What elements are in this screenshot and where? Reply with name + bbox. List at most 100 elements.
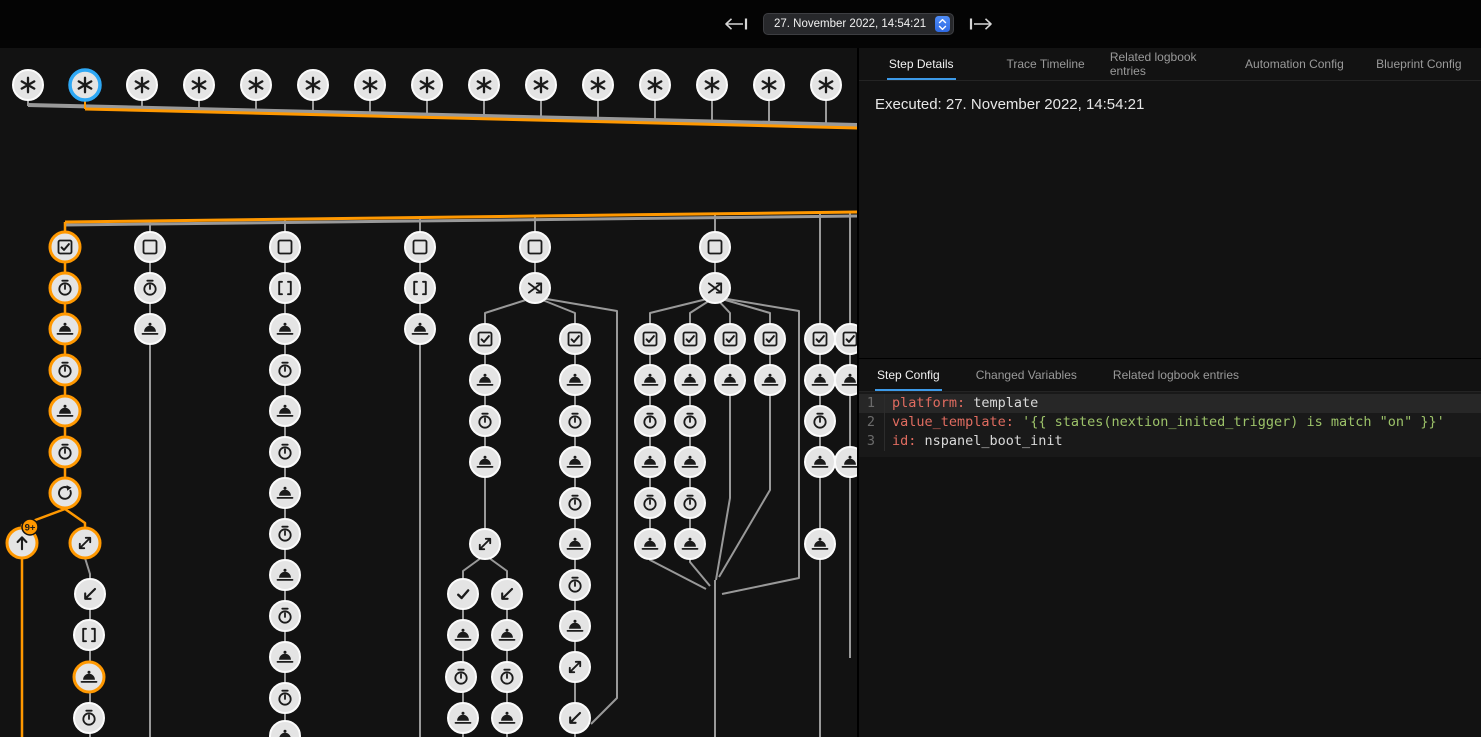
graph-node-bell[interactable]: [270, 478, 300, 508]
graph-node-bell[interactable]: [715, 365, 745, 395]
graph-node-bell[interactable]: [470, 365, 500, 395]
graph-node-arrow-down-left[interactable]: [560, 703, 590, 733]
graph-node-bell[interactable]: [805, 365, 835, 395]
graph-node-repeat[interactable]: [50, 478, 80, 508]
previous-run-button[interactable]: [724, 17, 748, 31]
graph-node-bell[interactable]: [635, 447, 665, 477]
graph-node-arrow-down-left[interactable]: [492, 579, 522, 609]
graph-node-timer[interactable]: [470, 406, 500, 436]
tab-changed-variables[interactable]: Changed Variables: [958, 359, 1095, 391]
graph-node-timer[interactable]: [50, 273, 80, 303]
tab-related-logbook-entries[interactable]: Related logbook entries: [1095, 359, 1257, 391]
graph-node-asterisk[interactable]: [412, 70, 442, 100]
graph-node-timer[interactable]: [560, 570, 590, 600]
graph-node-bell[interactable]: [805, 447, 835, 477]
graph-node-bell[interactable]: [560, 529, 590, 559]
graph-node-checkbox-blank[interactable]: [270, 232, 300, 262]
tab-trace-timeline[interactable]: Trace Timeline: [983, 48, 1107, 80]
graph-node-bell[interactable]: [492, 703, 522, 733]
graph-node-check[interactable]: [448, 579, 478, 609]
graph-node-bell[interactable]: [448, 620, 478, 650]
graph-node-bell[interactable]: [635, 529, 665, 559]
graph-node-bell[interactable]: [270, 560, 300, 590]
graph-node-bell[interactable]: [74, 662, 104, 692]
graph-node-checkbox-marked[interactable]: [835, 324, 857, 354]
graph-node-timer[interactable]: [675, 488, 705, 518]
graph-node-bell[interactable]: [270, 396, 300, 426]
graph-node-timer[interactable]: [446, 662, 476, 692]
graph-node-shuffle-diag[interactable]: [70, 528, 100, 558]
graph-node-timer[interactable]: [805, 406, 835, 436]
graph-node-timer[interactable]: [50, 437, 80, 467]
graph-node-arrow-down-left[interactable]: [75, 579, 105, 609]
graph-node-bell[interactable]: [635, 365, 665, 395]
graph-node-timer[interactable]: [270, 519, 300, 549]
graph-node-timer[interactable]: [50, 355, 80, 385]
graph-node-timer[interactable]: [635, 406, 665, 436]
graph-node-bell[interactable]: [560, 611, 590, 641]
tab-step-config[interactable]: Step Config: [859, 359, 958, 391]
graph-node-timer[interactable]: [270, 437, 300, 467]
graph-node-checkbox-marked[interactable]: [560, 324, 590, 354]
graph-node-bell[interactable]: [675, 447, 705, 477]
graph-node-bell[interactable]: [405, 314, 435, 344]
graph-node-checkbox-marked[interactable]: [635, 324, 665, 354]
graph-node-asterisk[interactable]: [697, 70, 727, 100]
graph-node-checkbox-marked[interactable]: [805, 324, 835, 354]
graph-node-bell[interactable]: [50, 396, 80, 426]
graph-node-asterisk[interactable]: [640, 70, 670, 100]
graph-node-checkbox-blank[interactable]: [520, 232, 550, 262]
graph-node-bell[interactable]: [270, 642, 300, 672]
graph-node-asterisk[interactable]: [526, 70, 556, 100]
graph-node-asterisk[interactable]: [241, 70, 271, 100]
graph-node-asterisk[interactable]: [127, 70, 157, 100]
graph-node-asterisk[interactable]: [355, 70, 385, 100]
graph-node-shuffle[interactable]: [520, 273, 550, 303]
graph-node-timer[interactable]: [74, 703, 104, 733]
graph-node-brackets[interactable]: [405, 273, 435, 303]
graph-node-bell[interactable]: [470, 447, 500, 477]
graph-node-bell[interactable]: [270, 314, 300, 344]
graph-node-bell[interactable]: [135, 314, 165, 344]
graph-node-brackets[interactable]: [74, 620, 104, 650]
graph-node-asterisk[interactable]: [583, 70, 613, 100]
graph-node-checkbox-blank[interactable]: [700, 232, 730, 262]
graph-node-shuffle-diag[interactable]: [560, 652, 590, 682]
graph-node-bell[interactable]: [835, 365, 857, 395]
graph-node-bell[interactable]: [805, 529, 835, 559]
graph-node-bell[interactable]: [448, 703, 478, 733]
graph-node-bell[interactable]: [675, 365, 705, 395]
graph-node-checkbox-marked[interactable]: [470, 324, 500, 354]
graph-node-asterisk[interactable]: [13, 70, 43, 100]
graph-node-timer[interactable]: [635, 488, 665, 518]
graph-node-checkbox-marked[interactable]: [675, 324, 705, 354]
graph-node-asterisk[interactable]: [184, 70, 214, 100]
graph-node-timer[interactable]: [675, 406, 705, 436]
graph-node-asterisk[interactable]: [70, 70, 100, 100]
tab-automation-config[interactable]: Automation Config: [1232, 48, 1356, 80]
graph-node-bell[interactable]: [675, 529, 705, 559]
graph-node-checkbox-blank[interactable]: [135, 232, 165, 262]
graph-node-asterisk[interactable]: [754, 70, 784, 100]
graph-node-checkbox-marked[interactable]: [715, 324, 745, 354]
graph-node-timer[interactable]: [270, 683, 300, 713]
graph-node-timer[interactable]: [492, 662, 522, 692]
graph-node-checkbox-marked[interactable]: [755, 324, 785, 354]
graph-node-bell[interactable]: [755, 365, 785, 395]
graph-node-bell[interactable]: [560, 365, 590, 395]
next-run-button[interactable]: [969, 17, 993, 31]
graph-node-shuffle-diag[interactable]: [470, 529, 500, 559]
graph-node-bell[interactable]: [270, 721, 300, 737]
graph-node-bell[interactable]: [50, 314, 80, 344]
graph-node-timer[interactable]: [270, 355, 300, 385]
graph-node-asterisk[interactable]: [298, 70, 328, 100]
graph-node-bell[interactable]: [560, 447, 590, 477]
tab-blueprint-config[interactable]: Blueprint Config: [1357, 48, 1481, 80]
graph-node-bell[interactable]: [835, 447, 857, 477]
graph-node-checkbox-marked[interactable]: [50, 232, 80, 262]
graph-node-asterisk[interactable]: [469, 70, 499, 100]
graph-node-asterisk[interactable]: [811, 70, 841, 100]
run-selector[interactable]: 27. November 2022, 14:54:21: [763, 13, 954, 35]
graph-node-bell[interactable]: [492, 620, 522, 650]
graph-node-timer[interactable]: [560, 406, 590, 436]
